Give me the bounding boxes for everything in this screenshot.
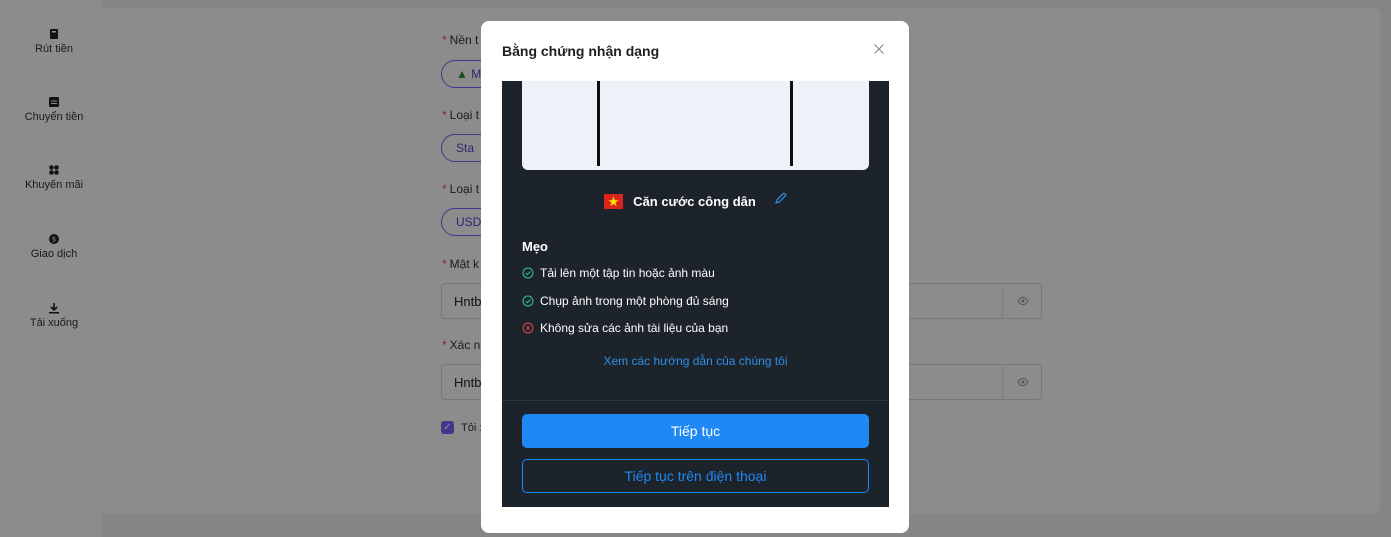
modal-title: Bằng chứng nhận dạng <box>502 43 660 59</box>
document-panel: Căn cước công dân Mẹo Tải lên một tập ti… <box>502 81 889 507</box>
x-circle-icon <box>522 322 534 334</box>
guide-link[interactable]: Xem các hướng dẫn của chúng tôi <box>502 354 889 368</box>
document-guide-line <box>790 81 793 166</box>
identity-proof-modal: Bằng chứng nhận dạng Căn cước công dân M… <box>481 21 909 533</box>
document-guide-line <box>597 81 600 166</box>
divider <box>502 400 889 401</box>
tips-title: Mẹo <box>522 239 548 254</box>
continue-button[interactable]: Tiếp tục <box>522 414 869 448</box>
document-type-row: Căn cước công dân <box>502 192 889 212</box>
tip-item: Không sửa các ảnh tài liệu của bạn <box>522 320 728 336</box>
edit-document-type-button[interactable] <box>774 192 787 210</box>
document-preview <box>522 81 869 170</box>
close-button[interactable] <box>869 41 889 61</box>
document-type-label: Căn cước công dân <box>633 193 756 209</box>
check-circle-icon <box>522 267 534 279</box>
pencil-icon <box>775 192 787 204</box>
tip-item: Chụp ảnh trong một phòng đủ sáng <box>522 293 729 309</box>
check-circle-icon <box>522 295 534 307</box>
continue-on-phone-button[interactable]: Tiếp tục trên điện thoại <box>522 459 869 493</box>
close-icon <box>874 44 884 54</box>
vietnam-flag-icon <box>603 193 623 209</box>
tip-item: Tải lên một tập tin hoặc ảnh màu <box>522 265 715 281</box>
